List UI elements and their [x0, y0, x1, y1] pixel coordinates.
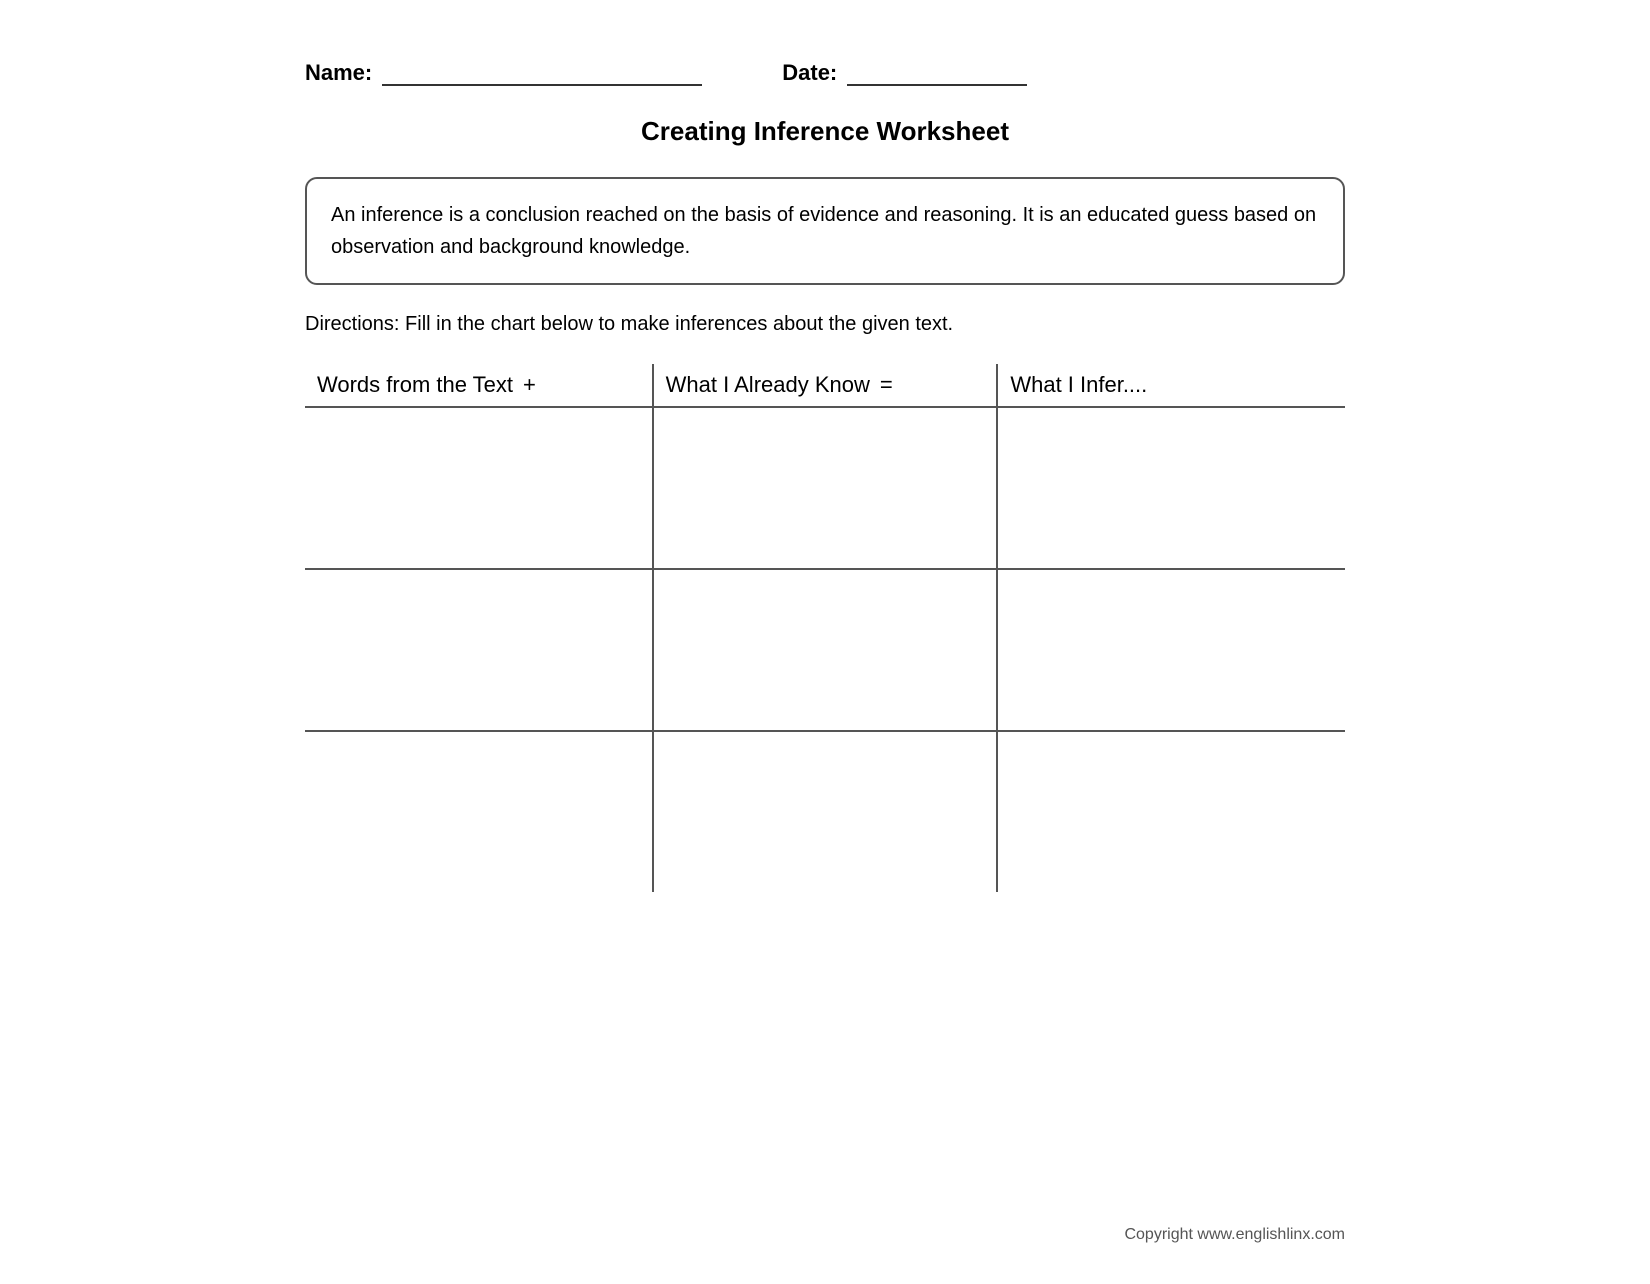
row1-col3 [998, 408, 1345, 568]
row3-col2 [652, 732, 999, 892]
copyright-text: Copyright www.englishlinx.com [1124, 1226, 1345, 1244]
row3-col1 [305, 732, 652, 892]
name-field: Name: [305, 60, 702, 86]
date-input-line [847, 62, 1027, 86]
definition-box: An inference is a conclusion reached on … [305, 177, 1345, 285]
col3-header-text: What I Infer.... [1010, 372, 1147, 398]
col2-header: What I Already Know = [652, 364, 999, 406]
directions-text: Directions: Fill in the chart below to m… [305, 313, 1345, 336]
col2-symbol: = [880, 372, 893, 398]
row2-col2 [652, 570, 999, 730]
date-field: Date: [782, 60, 1027, 86]
row2-col1 [305, 570, 652, 730]
name-input-line [382, 62, 702, 86]
header-row: Name: Date: [305, 60, 1345, 86]
chart-rows [305, 408, 1345, 892]
worksheet-page: Name: Date: Creating Inference Worksheet… [225, 0, 1425, 1284]
row1-col1 [305, 408, 652, 568]
row2-col3 [998, 570, 1345, 730]
date-label: Date: [782, 60, 837, 86]
chart-header-row: Words from the Text + What I Already Kno… [305, 364, 1345, 406]
table-row [305, 732, 1345, 892]
row1-col2 [652, 408, 999, 568]
inference-chart: Words from the Text + What I Already Kno… [305, 364, 1345, 892]
col2-header-text: What I Already Know [666, 372, 870, 398]
table-row [305, 408, 1345, 570]
col1-header-text: Words from the Text [317, 372, 513, 398]
row3-col3 [998, 732, 1345, 892]
col3-header: What I Infer.... [998, 364, 1345, 406]
col1-header: Words from the Text + [305, 364, 652, 406]
name-label: Name: [305, 60, 372, 86]
col1-symbol: + [523, 372, 536, 398]
worksheet-title: Creating Inference Worksheet [305, 116, 1345, 147]
table-row [305, 570, 1345, 732]
